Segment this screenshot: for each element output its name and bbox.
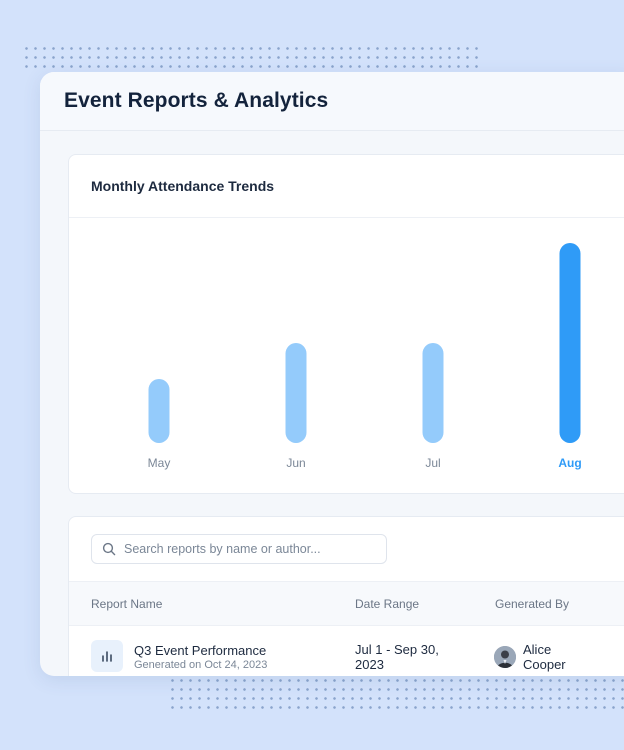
chart-title: Monthly Attendance Trends — [91, 178, 275, 194]
search-bar — [69, 517, 624, 582]
column-header-date-range[interactable]: Date Range — [355, 597, 419, 611]
page-title: Event Reports & Analytics — [64, 89, 329, 112]
bar-jun[interactable] — [285, 343, 307, 443]
decorative-dots-top — [22, 44, 478, 74]
column-header-report-name[interactable]: Report Name — [91, 597, 162, 611]
search-input[interactable] — [124, 542, 364, 556]
column-header-generated-by[interactable]: Generated By — [495, 597, 569, 611]
attendance-chart-svg: May Jun Jul Aug — [148, 243, 582, 470]
table-header: Report Name Date Range Generated By — [69, 582, 624, 626]
table-row[interactable]: Q3 Event Performance Generated on Oct 24… — [69, 626, 624, 676]
x-tick-label-jul: Jul — [425, 456, 440, 470]
avatar — [494, 646, 516, 668]
x-tick-label-aug: Aug — [558, 456, 581, 470]
page-header: Event Reports & Analytics — [40, 72, 624, 131]
chart-card-header: Monthly Attendance Trends — [69, 155, 624, 218]
x-tick-label-jun: Jun — [286, 456, 305, 470]
reports-table-card: Report Name Date Range Generated By Q3 E… — [68, 516, 624, 676]
bar-aug[interactable] — [559, 243, 581, 443]
app-window: Event Reports & Analytics Monthly Attend… — [40, 72, 624, 676]
attendance-chart-card: Monthly Attendance Trends May Jun Jul Aug — [68, 154, 624, 494]
report-generated-date: Generated on Oct 24, 2023 — [134, 659, 268, 671]
report-author: Alice Cooper — [523, 642, 566, 672]
bar-may[interactable] — [148, 379, 170, 443]
x-tick-label-may: May — [148, 456, 171, 470]
attendance-chart: May Jun Jul Aug — [69, 218, 624, 493]
report-name[interactable]: Q3 Event Performance — [134, 643, 266, 658]
decorative-dots-bottom — [168, 676, 624, 712]
bar-jul[interactable] — [422, 343, 444, 443]
bar-chart-icon — [91, 640, 123, 672]
search-icon — [102, 542, 116, 556]
search-box[interactable] — [91, 534, 387, 564]
report-date-range: Jul 1 - Sep 30, 2023 — [355, 642, 439, 672]
